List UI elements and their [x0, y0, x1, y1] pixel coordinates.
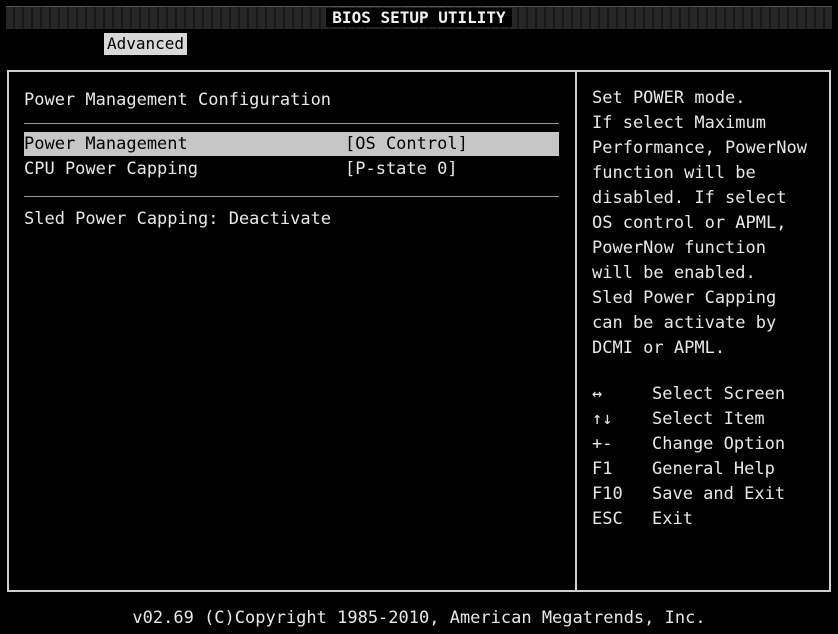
key-desc: Save and Exit — [652, 484, 786, 504]
key-desc: General Help — [652, 459, 775, 479]
plus-minus-icon: +- — [592, 434, 613, 454]
main-panel: Power Management Configuration Power Man… — [7, 70, 831, 592]
key-desc: Select Item — [652, 409, 765, 429]
key-label: ESC — [592, 509, 623, 529]
help-text: Set POWER mode. If select Maximum Perfor… — [592, 88, 807, 358]
key-legend: ↔ Select Screen ↑↓ Select Item +- Change… — [592, 382, 822, 532]
key-desc: Exit — [652, 509, 693, 529]
help-pane: Set POWER mode. If select Maximum Perfor… — [577, 72, 829, 590]
section-title: Power Management Configuration — [24, 90, 332, 110]
option-value[interactable]: [P-state 0] — [345, 157, 458, 181]
key-row-save-exit: F10 Save and Exit — [592, 482, 822, 507]
key-desc: Change Option — [652, 434, 786, 454]
key-row-select-item: ↑↓ Select Item — [592, 407, 822, 432]
option-value[interactable]: [OS Control] — [345, 132, 468, 156]
tab-advanced[interactable]: Advanced — [104, 33, 188, 55]
key-row-exit: ESC Exit — [592, 507, 822, 532]
key-desc: Select Screen — [652, 384, 786, 404]
settings-pane: Power Management Configuration Power Man… — [9, 72, 575, 590]
tab-bar: Advanced — [6, 29, 832, 59]
option-label: CPU Power Capping — [24, 159, 198, 179]
sled-power-capping-status: Sled Power Capping: Deactivate — [24, 209, 332, 229]
copyright-footer: v02.69 (C)Copyright 1985-2010, American … — [132, 608, 706, 628]
option-power-management[interactable]: Power Management [OS Control] — [24, 132, 559, 156]
key-row-change-option: +- Change Option — [592, 432, 822, 457]
key-row-select-screen: ↔ Select Screen — [592, 382, 822, 407]
up-down-arrow-icon: ↑↓ — [592, 409, 613, 429]
key-label: F10 — [592, 484, 623, 504]
left-right-arrow-icon: ↔ — [592, 384, 603, 404]
option-cpu-power-capping[interactable]: CPU Power Capping [P-state 0] — [24, 157, 559, 181]
divider — [24, 123, 559, 124]
option-label: Power Management — [24, 134, 188, 154]
window-title: BIOS SETUP UTILITY — [326, 8, 512, 27]
title-bar: BIOS SETUP UTILITY — [6, 6, 832, 29]
key-label: F1 — [592, 459, 613, 479]
divider — [24, 196, 559, 197]
key-row-general-help: F1 General Help — [592, 457, 822, 482]
